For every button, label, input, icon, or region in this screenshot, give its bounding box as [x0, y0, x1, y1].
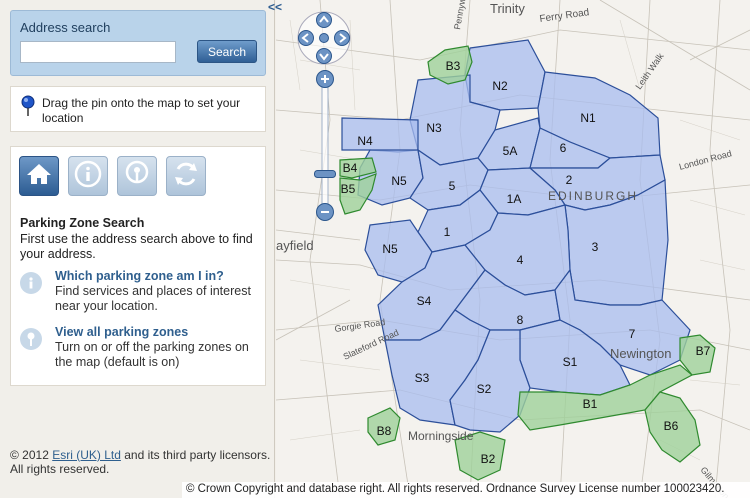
map-view[interactable]: N2 N1 N3 N4 5A 6 N5 5 2 1A 1 3 N5 4 S4 8… — [276, 0, 750, 498]
footer-credits: © 2012 Esri (UK) Ltd and its third party… — [10, 448, 272, 476]
info-button[interactable] — [68, 156, 108, 196]
zone-label-5A: 5A — [503, 144, 518, 158]
zone-label-S1: S1 — [563, 355, 578, 369]
footer-prefix: © 2012 — [10, 448, 53, 462]
pan-control — [296, 10, 352, 66]
zone-label-1A: 1A — [507, 192, 522, 206]
which-zone-description: Find services and places of interest nea… — [55, 284, 251, 313]
panel-description: First use the address search above to fi… — [20, 232, 253, 261]
zone-label-6: 6 — [560, 141, 567, 155]
home-button[interactable] — [19, 156, 59, 196]
info-icon — [20, 272, 42, 294]
place-label-morningside: Morningside — [408, 429, 474, 443]
draggable-pin-icon[interactable] — [21, 95, 35, 122]
panel-title: Parking Zone Search — [20, 216, 145, 230]
place-label-ayfield: ayfield — [276, 238, 314, 253]
zone-label-N4: N4 — [357, 134, 373, 148]
zone-label-1: 1 — [444, 225, 451, 239]
zone-label-7: 7 — [629, 327, 636, 341]
refresh-icon — [172, 160, 200, 193]
zone-label-N5b: N5 — [382, 242, 398, 256]
zone-label-N3: N3 — [426, 121, 442, 135]
zone-label-S2: S2 — [477, 382, 492, 396]
pin-location-icon — [124, 160, 150, 193]
zoom-slider[interactable] — [313, 70, 337, 230]
place-label-edinburgh: EDINBURGH — [548, 189, 638, 203]
search-button[interactable]: Search — [197, 40, 257, 63]
place-label-ferry-road: Ferry Road — [539, 7, 590, 25]
footer-suffix: and its third party licensors. — [120, 448, 271, 462]
locate-button[interactable] — [117, 156, 157, 196]
zone-label-B5: B5 — [341, 182, 356, 196]
zone-label-B6: B6 — [664, 419, 679, 433]
toolbar — [19, 156, 206, 196]
place-label-pennywell-road: Pennywell Road — [452, 0, 473, 30]
place-label-london-road: London Road — [678, 148, 733, 172]
zone-label-B2: B2 — [481, 452, 496, 466]
home-icon — [26, 162, 52, 191]
place-label-trinity: Trinity — [490, 1, 525, 16]
zone-label-B3: B3 — [446, 59, 461, 73]
which-zone-link[interactable]: Which parking zone am I in? — [55, 269, 224, 283]
zone-label-B8: B8 — [377, 424, 392, 438]
esri-link[interactable]: Esri (UK) Ltd — [52, 448, 121, 462]
zone-label-4: 4 — [517, 253, 524, 267]
zone-label-2: 2 — [566, 173, 573, 187]
zone-label-B4: B4 — [343, 161, 358, 175]
pin-hint-text: Drag the pin onto the map to set your lo… — [42, 96, 241, 125]
info-icon — [74, 160, 102, 193]
view-zones-link[interactable]: View all parking zones — [55, 325, 188, 339]
map-canvas: N2 N1 N3 N4 5A 6 N5 5 2 1A 1 3 N5 4 S4 8… — [276, 0, 750, 498]
pin-hint-panel: Drag the pin onto the map to set your lo… — [10, 86, 266, 132]
address-search-input[interactable] — [20, 41, 176, 63]
zone-N2 — [464, 39, 546, 111]
address-search-panel: Address search Search — [10, 10, 266, 76]
zone-label-3: 3 — [592, 240, 599, 254]
map-copyright: © Crown Copyright and database right. Al… — [182, 482, 750, 498]
zone-label-N1: N1 — [580, 111, 596, 125]
place-label-gorgie-road: Gorgie Road — [334, 317, 386, 334]
view-zones-description: Turn on or off the parking zones on the … — [55, 340, 249, 369]
blue-parking-zones — [341, 39, 691, 433]
zone-label-8: 8 — [517, 313, 524, 327]
refresh-button[interactable] — [166, 156, 206, 196]
zone-label-S4: S4 — [417, 294, 432, 308]
zone-label-N5a: N5 — [391, 174, 407, 188]
footer-rights: All rights reserved. — [10, 462, 110, 476]
zone-label-B7: B7 — [696, 344, 711, 358]
zone-label-B1: B1 — [583, 397, 598, 411]
zone-label-N2: N2 — [492, 79, 508, 93]
zone-label-5: 5 — [449, 179, 456, 193]
sidebar: Address search Search Drag the pin onto … — [0, 0, 275, 498]
place-label-newington: Newington — [610, 346, 671, 361]
address-search-title: Address search — [20, 20, 111, 35]
collapse-sidebar-button[interactable]: << — [264, 0, 286, 14]
parking-zone-panel: Parking Zone Search First use the addres… — [10, 146, 266, 386]
pin-location-icon — [20, 328, 42, 350]
zone-N4 — [341, 117, 419, 153]
zone-label-S3: S3 — [415, 371, 430, 385]
place-label-leith-walk: Leith Walk — [633, 51, 665, 91]
